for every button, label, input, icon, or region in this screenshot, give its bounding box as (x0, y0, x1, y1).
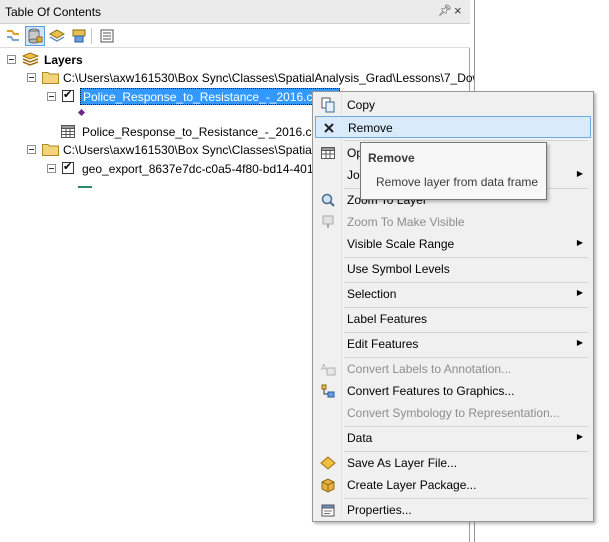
menu-item-label: Label Features (347, 312, 428, 326)
remove-x-icon (324, 123, 334, 133)
table-icon (61, 125, 75, 138)
collapse-icon[interactable] (27, 145, 36, 154)
remove-tooltip: Remove Remove layer from data frame (360, 142, 547, 200)
menu-item-edit-features[interactable]: Edit Features ▶ (315, 333, 591, 355)
folder-path-label: C:\Users\axw161530\Box Sync\Classes\Spat… (63, 143, 323, 157)
menu-item-label: Create Layer Package... (347, 478, 477, 492)
tooltip-description: Remove layer from data frame (376, 175, 539, 189)
submenu-arrow-icon: ▶ (576, 238, 583, 247)
folder-path-label: C:\Users\axw161530\Box Sync\Classes\Spat… (63, 71, 491, 85)
svg-text:A: A (321, 363, 327, 372)
menu-item-convert-symbology[interactable]: Convert Symbology to Representation... (315, 402, 591, 424)
layer-symbol-row (0, 178, 120, 196)
convert-labels-icon: A (321, 363, 336, 376)
list-by-visibility-icon (49, 29, 65, 42)
options-icon (100, 29, 114, 43)
table-name-label: Police_Response_to_Resistance_-_2016.csv (82, 125, 324, 139)
tooltip-title: Remove (368, 151, 415, 165)
toc-toolbar (0, 24, 470, 48)
submenu-arrow-icon: ▶ (576, 288, 583, 297)
collapse-icon[interactable] (47, 164, 56, 173)
list-by-source-button[interactable] (25, 26, 45, 46)
list-by-source-icon (28, 28, 43, 44)
line-symbol-icon (78, 186, 92, 188)
menu-item-save-as-layer-file[interactable]: Save As Layer File... (315, 452, 591, 474)
layer-name-label: geo_export_8637e7dc-c0a5-4f80-bd14-401e (82, 162, 321, 176)
collapse-icon[interactable] (7, 55, 16, 64)
menu-item-label: Visible Scale Range (347, 237, 455, 251)
layer-package-icon (321, 478, 335, 493)
menu-item-label: Use Symbol Levels (347, 262, 450, 276)
menu-item-label: Copy (347, 98, 376, 112)
panel-title: Table Of Contents (5, 5, 102, 19)
layer-visibility-checkbox[interactable] (62, 160, 74, 174)
menu-item-convert-labels[interactable]: A Convert Labels to Annotation... (315, 358, 591, 380)
list-by-selection-button[interactable] (69, 26, 89, 46)
menu-item-label: Save As Layer File... (347, 456, 458, 470)
layers-icon (22, 52, 39, 66)
collapse-icon[interactable] (47, 92, 56, 101)
menu-item-copy[interactable]: Copy (315, 94, 591, 116)
menu-item-label: Convert Symbology to Representation... (347, 406, 560, 420)
pin-icon[interactable]: 📌︎ (438, 4, 452, 17)
folder-row-1[interactable]: C:\Users\axw161530\Box Sync\Classes\Spat… (0, 69, 491, 87)
close-button[interactable]: × (454, 3, 462, 18)
zoom-to-visible-icon (322, 215, 334, 228)
menu-item-use-symbol-levels[interactable]: Use Symbol Levels (315, 258, 591, 280)
menu-item-label: Convert Features to Graphics... (347, 384, 515, 398)
collapse-icon[interactable] (27, 73, 36, 82)
panel-title-bar: Table Of Contents 📌︎ × (0, 0, 470, 24)
menu-item-visible-scale-range[interactable]: Visible Scale Range ▶ (315, 233, 591, 255)
save-layer-icon (320, 456, 336, 470)
menu-item-properties[interactable]: Properties... (315, 499, 591, 521)
menu-item-convert-features[interactable]: Convert Features to Graphics... (315, 380, 591, 402)
copy-icon (321, 97, 335, 113)
list-by-drawing-order-button[interactable] (3, 26, 23, 46)
menu-item-label: Zoom To Make Visible (347, 215, 465, 229)
menu-item-selection[interactable]: Selection ▶ (315, 283, 591, 305)
menu-separator (344, 140, 588, 141)
submenu-arrow-icon: ▶ (576, 338, 583, 347)
menu-item-label: Properties... (347, 503, 412, 517)
zoom-to-layer-icon (321, 193, 335, 207)
folder-icon (42, 72, 59, 84)
menu-item-label-features[interactable]: Label Features (315, 308, 591, 330)
menu-item-label: Remove (348, 121, 393, 135)
menu-item-label: Selection (347, 287, 397, 301)
menu-item-remove[interactable]: Remove (315, 116, 591, 138)
menu-item-zoom-to-make-visible[interactable]: Zoom To Make Visible (315, 211, 591, 233)
menu-item-create-layer-package[interactable]: Create Layer Package... (315, 474, 591, 496)
point-symbol-icon (77, 108, 86, 117)
tree-root-row[interactable]: Layers (0, 51, 470, 69)
list-by-selection-icon (72, 29, 86, 43)
selected-layer-name[interactable]: Police_Response_to_Resistance_-_2016.csv… (80, 88, 342, 105)
toolbar-separator (91, 28, 92, 44)
menu-item-data[interactable]: Data ▶ (315, 427, 591, 449)
menu-item-label: Edit Features (347, 337, 419, 351)
submenu-arrow-icon: ▶ (576, 169, 583, 178)
folder-icon (42, 144, 59, 156)
list-by-drawing-order-icon (7, 30, 19, 41)
table-icon (321, 147, 335, 159)
properties-icon (321, 504, 335, 517)
list-by-visibility-button[interactable] (47, 26, 67, 46)
options-button[interactable] (97, 26, 117, 46)
submenu-arrow-icon: ▶ (576, 432, 583, 441)
menu-item-label: Data (347, 431, 373, 445)
menu-item-label: Convert Labels to Annotation... (347, 362, 512, 376)
layer-visibility-checkbox[interactable] (62, 88, 74, 102)
layers-root-label: Layers (44, 53, 83, 67)
layer-symbol-row (0, 106, 120, 124)
convert-features-icon (321, 384, 335, 398)
